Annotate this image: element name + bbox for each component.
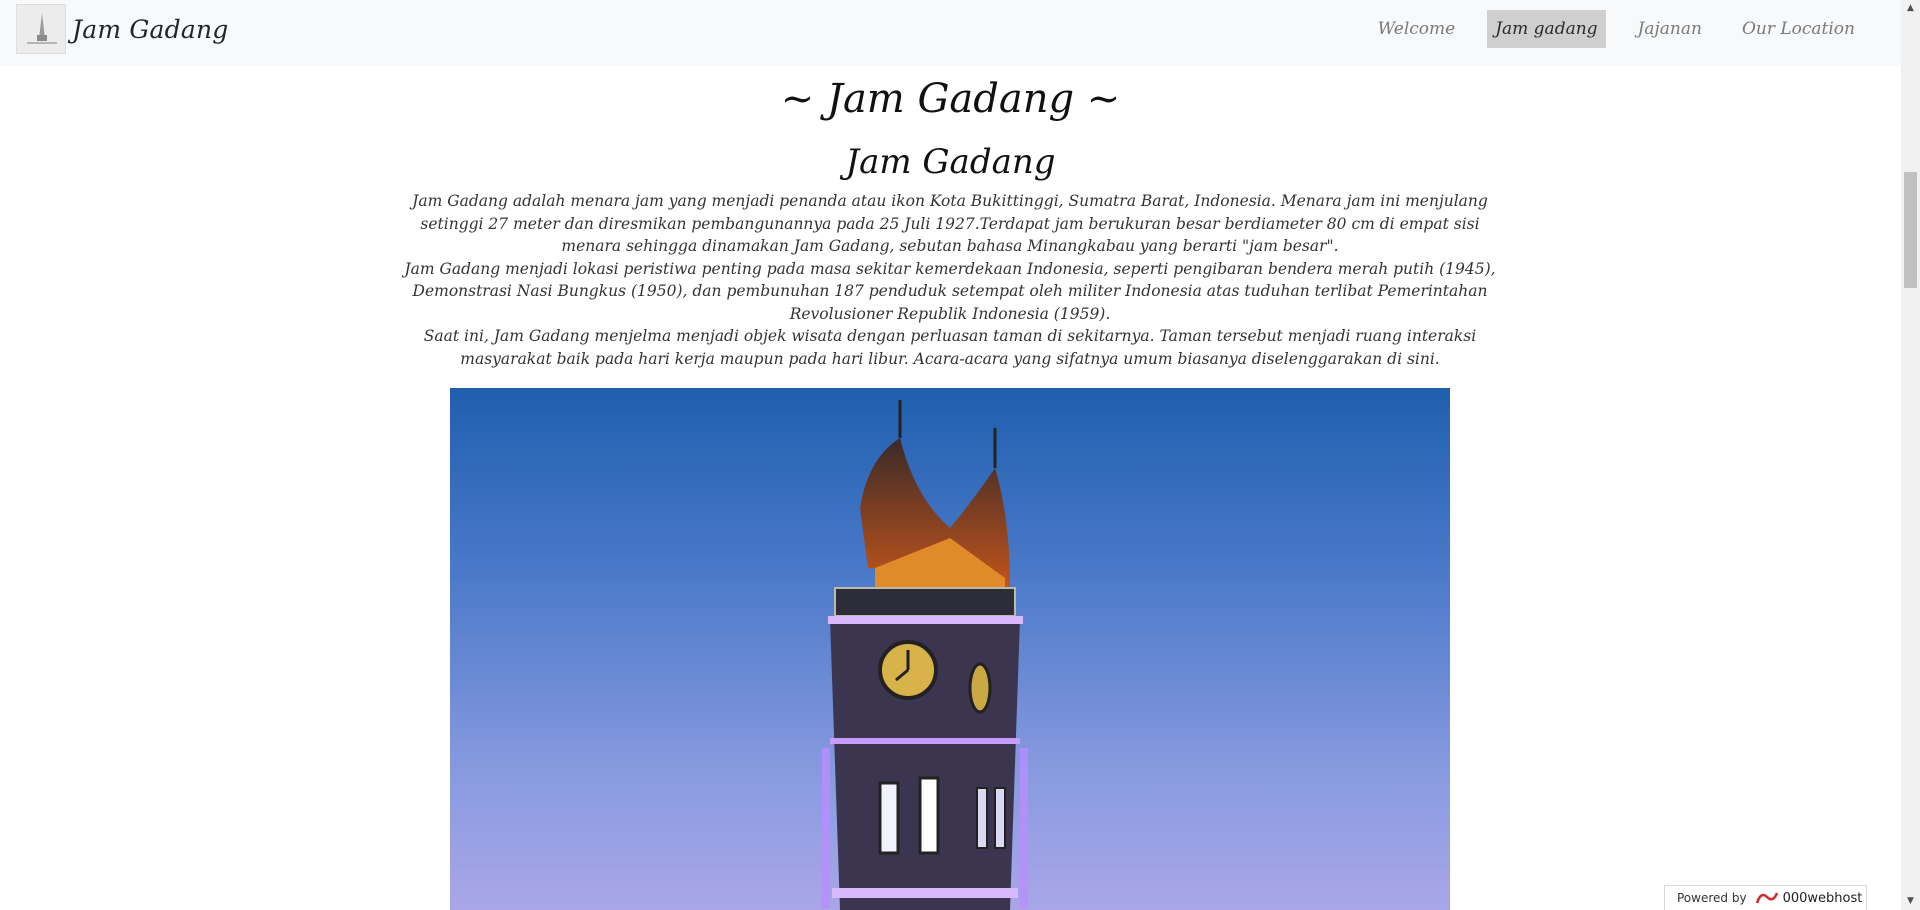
webhost-logo-icon <box>1755 891 1779 905</box>
page-title: ~ Jam Gadang ~ <box>780 76 1121 122</box>
paragraph-1: Jam Gadang adalah menara jam yang menjad… <box>412 192 1488 255</box>
nav-menu: Welcome Jam gadang Jajanan Our Location <box>1354 10 1863 48</box>
brand-title[interactable]: Jam Gadang <box>72 15 228 44</box>
nav-item-our-location[interactable]: Our Location <box>1734 10 1863 48</box>
jam-gadang-tower-photo <box>450 388 1450 910</box>
scrollbar-thumb[interactable] <box>1904 172 1917 288</box>
brand[interactable]: Jam Gadang <box>16 4 228 54</box>
paragraph-2: Jam Gadang menjadi lokasi peristiwa pent… <box>404 259 1496 323</box>
scroll-down-arrow-icon[interactable]: ▼ <box>1901 893 1920 910</box>
vertical-scrollbar[interactable]: ▲ ▼ <box>1901 0 1920 910</box>
scroll-up-arrow-icon[interactable]: ▲ <box>1901 0 1920 17</box>
nav-item-jajanan[interactable]: Jajanan <box>1630 10 1710 48</box>
navbar: Jam Gadang Welcome Jam gadang Jajanan Ou… <box>0 0 1901 66</box>
nav-item-welcome[interactable]: Welcome <box>1370 10 1464 48</box>
webhost-name: 000webhost <box>1782 890 1863 906</box>
section-title: Jam Gadang <box>845 142 1056 182</box>
nav-item-jam-gadang[interactable]: Jam gadang <box>1487 10 1606 48</box>
description: Jam Gadang adalah menara jam yang menjad… <box>396 190 1504 370</box>
paragraph-3: Saat ini, Jam Gadang menjelma menjadi ob… <box>423 327 1477 368</box>
tower-logo-icon[interactable] <box>16 4 66 54</box>
powered-by-label: Powered by <box>1677 891 1747 905</box>
powered-by-badge[interactable]: Powered by 000webhost <box>1664 885 1867 910</box>
